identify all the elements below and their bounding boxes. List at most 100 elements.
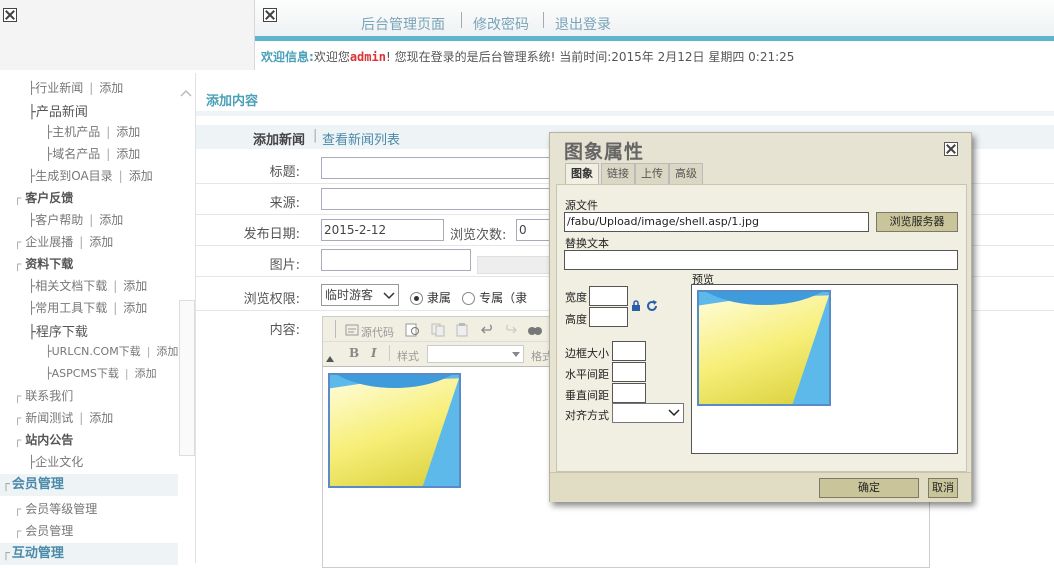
height-input[interactable] bbox=[589, 307, 628, 327]
sidebar-add-link[interactable]: 添加 bbox=[123, 279, 147, 293]
close-icon[interactable] bbox=[944, 142, 958, 156]
preview-icon[interactable] bbox=[405, 323, 421, 337]
sidebar-item[interactable]: ┌ 联系我们 bbox=[14, 387, 73, 404]
sidebar-item-label[interactable]: ├ASPCMS下载 bbox=[45, 367, 119, 380]
sidebar-item[interactable]: ┌ 新闻测试 | 添加 bbox=[14, 409, 113, 426]
style-select[interactable] bbox=[427, 345, 524, 363]
cancel-button[interactable]: 取消 bbox=[928, 478, 958, 498]
sidebar-item[interactable]: ├ASPCMS下载 | 添加 bbox=[45, 365, 157, 381]
width-input[interactable] bbox=[589, 286, 628, 306]
redo-icon[interactable] bbox=[503, 324, 517, 336]
sidebar-item-label[interactable]: 客户反馈 bbox=[25, 191, 73, 205]
undo-icon[interactable] bbox=[481, 324, 495, 336]
scrollbar-thumb[interactable] bbox=[179, 300, 195, 456]
permission-select[interactable]: 临时游客 bbox=[321, 284, 399, 306]
vspace-input[interactable] bbox=[612, 383, 646, 403]
sidebar-item-label[interactable]: 联系我们 bbox=[25, 389, 73, 403]
sidebar-item[interactable]: ┌ 会员等级管理 bbox=[14, 500, 97, 517]
close-icon[interactable] bbox=[263, 8, 277, 22]
border-input[interactable] bbox=[612, 341, 646, 361]
chevron-up-icon[interactable] bbox=[178, 86, 194, 100]
radio-belongs[interactable] bbox=[410, 292, 423, 305]
tab-advanced[interactable]: 高级 bbox=[669, 163, 703, 184]
sidebar-section-interaction[interactable]: ┌ 互动管理 bbox=[0, 543, 178, 565]
sidebar-add-link[interactable]: 添加 bbox=[89, 235, 113, 249]
source-input[interactable] bbox=[321, 188, 555, 210]
sidebar-item-label[interactable]: ├企业文化 bbox=[28, 455, 83, 469]
sidebar-item-label[interactable]: ├URLCN.COM下载 bbox=[45, 345, 141, 358]
section-label[interactable]: 会员管理 bbox=[12, 477, 64, 492]
paste-icon[interactable] bbox=[455, 323, 469, 337]
tab-view-news-list[interactable]: 查看新闻列表 bbox=[322, 129, 400, 148]
italic-button[interactable]: I bbox=[371, 346, 377, 360]
sidebar-item-label[interactable]: 企业展播 bbox=[25, 235, 73, 249]
sidebar-item[interactable]: ├常用工具下载 | 添加 bbox=[28, 299, 147, 316]
sidebar-add-link[interactable]: 添加 bbox=[116, 125, 140, 139]
collapse-toolbar-icon[interactable] bbox=[325, 354, 335, 364]
sidebar-item[interactable]: ┌ 资料下载 bbox=[14, 255, 73, 272]
sidebar-item[interactable]: ┌ 站内公告 bbox=[14, 431, 73, 448]
nav-logout[interactable]: 退出登录 bbox=[555, 14, 611, 34]
sidebar-item-label[interactable]: 站内公告 bbox=[25, 433, 73, 447]
sidebar-item[interactable]: ├产品新闻 bbox=[28, 101, 88, 120]
sidebar-add-link[interactable]: 添加 bbox=[99, 213, 123, 227]
sidebar-item-label[interactable]: ├程序下载 bbox=[28, 325, 88, 340]
bold-button[interactable]: B bbox=[349, 346, 359, 360]
sidebar-item[interactable]: ┌ 客户反馈 bbox=[14, 189, 73, 206]
close-icon[interactable] bbox=[3, 8, 17, 22]
copy-icon[interactable] bbox=[431, 323, 445, 337]
sidebar-scrollbar[interactable] bbox=[178, 80, 195, 456]
sidebar-add-link[interactable]: 添加 bbox=[156, 345, 178, 358]
sidebar-item-label[interactable]: ├常用工具下载 bbox=[28, 301, 107, 315]
sidebar-add-link[interactable]: 添加 bbox=[89, 411, 113, 425]
sidebar-item-label[interactable]: ├生成到OA目录 bbox=[28, 169, 113, 183]
lock-ratio-icon[interactable] bbox=[631, 300, 641, 311]
align-select[interactable] bbox=[612, 403, 684, 423]
reset-size-icon[interactable] bbox=[646, 300, 658, 312]
sidebar-item[interactable]: ┌ 会员管理 bbox=[14, 522, 73, 539]
sidebar-item[interactable]: ├主机产品 | 添加 bbox=[45, 123, 140, 140]
sidebar-item[interactable]: ├域名产品 | 添加 bbox=[45, 145, 140, 162]
sidebar-item[interactable]: ┌ 企业展播 | 添加 bbox=[14, 233, 113, 250]
sidebar-item[interactable]: ├程序下载 bbox=[28, 321, 88, 340]
sidebar-item[interactable]: ├URLCN.COM下载 | 添加 bbox=[45, 343, 178, 359]
sidebar-section-members[interactable]: ┌ 会员管理 bbox=[0, 474, 178, 496]
sidebar-item[interactable]: ├生成到OA目录 | 添加 bbox=[28, 167, 153, 184]
sidebar-add-link[interactable]: 添加 bbox=[99, 81, 123, 95]
sidebar-item-label[interactable]: 会员等级管理 bbox=[25, 502, 97, 516]
nav-admin-home[interactable]: 后台管理页面 bbox=[361, 14, 445, 34]
sidebar-item-label[interactable]: 资料下载 bbox=[25, 257, 73, 271]
sidebar-item[interactable]: ├客户帮助 | 添加 bbox=[28, 211, 123, 228]
title-input[interactable] bbox=[321, 157, 555, 179]
sidebar-item-label[interactable]: 新闻测试 bbox=[25, 411, 73, 425]
find-icon[interactable] bbox=[527, 323, 543, 337]
tab-add-news[interactable]: 添加新闻 bbox=[253, 129, 305, 148]
nav-change-password[interactable]: 修改密码 bbox=[473, 14, 529, 34]
alt-text-input[interactable] bbox=[564, 250, 958, 270]
source-code-icon[interactable] bbox=[345, 324, 359, 336]
sidebar-item-label[interactable]: ├客户帮助 bbox=[28, 213, 83, 227]
tab-image[interactable]: 图象 bbox=[565, 163, 599, 185]
sidebar-item-label[interactable]: 会员管理 bbox=[25, 524, 73, 538]
radio-exclusive[interactable] bbox=[462, 292, 476, 305]
inserted-image[interactable] bbox=[328, 373, 461, 488]
browse-server-button[interactable]: 浏览服务器 bbox=[876, 212, 958, 232]
sidebar-add-link[interactable]: 添加 bbox=[116, 147, 140, 161]
section-label[interactable]: 互动管理 bbox=[12, 546, 64, 561]
source-code-button[interactable]: 源代码 bbox=[361, 324, 394, 340]
sidebar-add-link[interactable]: 添加 bbox=[123, 301, 147, 315]
sidebar-add-link[interactable]: 添加 bbox=[129, 169, 153, 183]
sidebar-add-link[interactable]: 添加 bbox=[135, 367, 157, 380]
sidebar-item[interactable]: ├行业新闻 | 添加 bbox=[28, 79, 123, 96]
sidebar-item-label[interactable]: ├行业新闻 bbox=[28, 81, 83, 95]
ok-button[interactable]: 确定 bbox=[819, 478, 919, 498]
upload-frame[interactable] bbox=[477, 256, 551, 274]
sidebar-item[interactable]: ├企业文化 bbox=[28, 453, 83, 470]
image-input[interactable] bbox=[321, 249, 471, 271]
hspace-input[interactable] bbox=[612, 362, 646, 382]
tab-link[interactable]: 链接 bbox=[601, 163, 635, 184]
sidebar-item-label[interactable]: ├产品新闻 bbox=[28, 105, 88, 120]
source-file-input[interactable]: /fabu/Upload/image/shell.asp/1.jpg bbox=[564, 212, 869, 232]
sidebar-item-label[interactable]: ├主机产品 bbox=[45, 125, 100, 139]
sidebar-item-label[interactable]: ├相关文档下载 bbox=[28, 279, 107, 293]
